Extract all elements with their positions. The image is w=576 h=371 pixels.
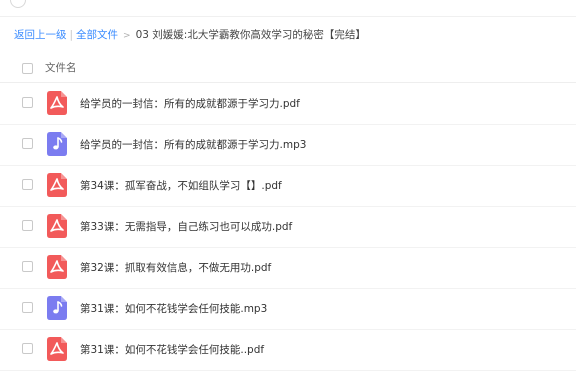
file-row[interactable]: 第33课：无需指导，自己练习也可以成功.pdf — [0, 206, 576, 248]
circle-icon — [10, 0, 26, 8]
filename-column-header[interactable]: 文件名 — [45, 60, 77, 75]
file-row[interactable]: 第34课：孤军奋战，不如组队学习【】.pdf — [0, 165, 576, 207]
file-name[interactable]: 给学员的一封信：所有的成就都源于学习力.pdf — [80, 96, 300, 111]
row-checkbox[interactable] — [22, 138, 33, 149]
file-name[interactable]: 第31课：如何不花钱学会任何技能.mp3 — [80, 301, 267, 316]
file-name[interactable]: 第31课：如何不花钱学会任何技能..pdf — [80, 342, 264, 357]
pdf-icon — [47, 91, 67, 115]
file-row[interactable]: 第31课：如何不花钱学会任何技能.mp3 — [0, 288, 576, 330]
back-link[interactable]: 返回上一级 — [14, 29, 67, 41]
file-row[interactable]: 给学员的一封信：所有的成就都源于学习力.mp3 — [0, 124, 576, 166]
all-files-link[interactable]: 全部文件 — [76, 29, 118, 41]
breadcrumb-separator: | — [69, 29, 74, 41]
file-row[interactable]: 第32课：抓取有效信息，不做无用功.pdf — [0, 247, 576, 289]
row-checkbox[interactable] — [22, 343, 33, 354]
file-name[interactable]: 给学员的一封信：所有的成就都源于学习力.mp3 — [80, 137, 306, 152]
top-toolbar-edge — [0, 0, 576, 17]
current-folder: 03 刘媛媛:北大学霸教你高效学习的秘密【完结】 — [135, 29, 366, 41]
file-list-header: 文件名 — [0, 56, 576, 83]
file-row[interactable]: 给学员的一封信：所有的成就都源于学习力.pdf — [0, 83, 576, 125]
pdf-icon — [47, 255, 67, 279]
pdf-icon — [47, 173, 67, 197]
file-name[interactable]: 第34课：孤军奋战，不如组队学习【】.pdf — [80, 178, 282, 193]
file-row[interactable]: 第31课：如何不花钱学会任何技能..pdf — [0, 329, 576, 371]
file-name[interactable]: 第33课：无需指导，自己练习也可以成功.pdf — [80, 219, 292, 234]
select-all-checkbox[interactable] — [22, 63, 33, 74]
row-checkbox[interactable] — [22, 302, 33, 313]
pdf-icon — [47, 214, 67, 238]
breadcrumb: 返回上一级 | 全部文件 >03 刘媛媛:北大学霸教你高效学习的秘密【完结】 — [14, 27, 366, 43]
row-checkbox[interactable] — [22, 220, 33, 231]
music-note-icon — [47, 296, 67, 320]
pdf-icon — [47, 337, 67, 361]
file-name[interactable]: 第32课：抓取有效信息，不做无用功.pdf — [80, 260, 271, 275]
row-checkbox[interactable] — [22, 97, 33, 108]
row-checkbox[interactable] — [22, 261, 33, 272]
chevron-right-icon: > — [123, 31, 131, 41]
music-note-icon — [47, 132, 67, 156]
row-checkbox[interactable] — [22, 179, 33, 190]
